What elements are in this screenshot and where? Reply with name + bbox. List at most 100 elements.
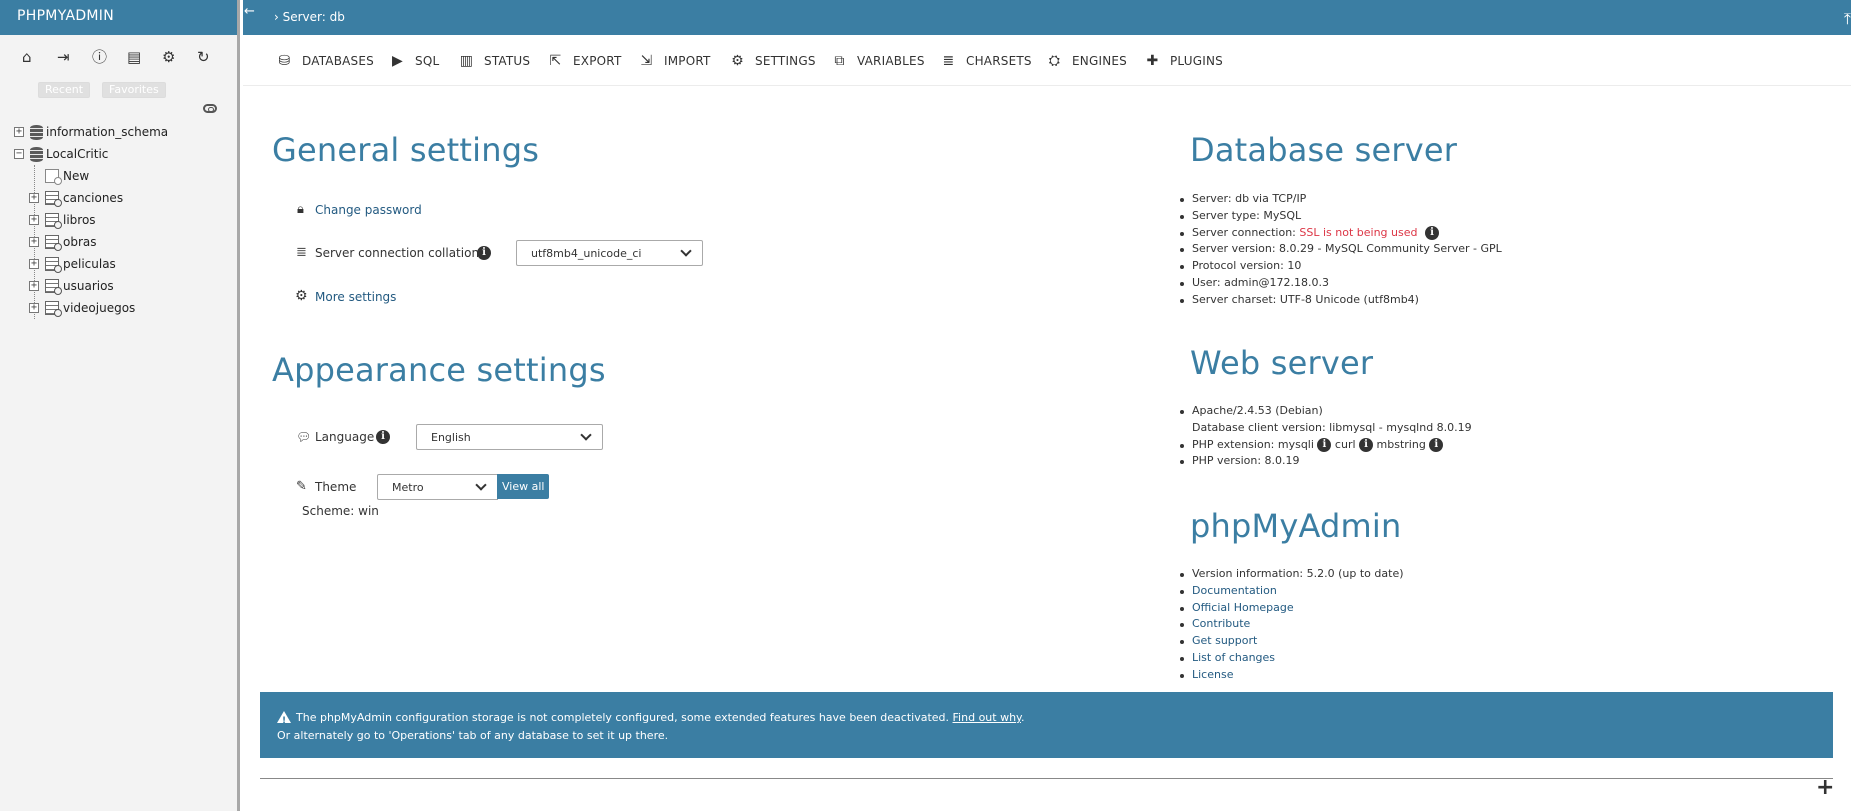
variables-icon: ⧉ [834, 52, 845, 69]
breadcrumb-server[interactable]: › Server: db [274, 10, 345, 24]
general-settings-heading: General settings [272, 131, 540, 169]
list-item: Official Homepage [1180, 600, 1404, 617]
tree-table-peliculas[interactable]: + peliculas [12, 253, 237, 275]
configuration-storage-notice: The phpMyAdmin configuration storage is … [260, 692, 1833, 758]
view-all-themes-button[interactable]: View all [497, 474, 550, 499]
phpmyadmin-logo[interactable]: PHPMYADMIN [0, 0, 237, 35]
official-homepage-link[interactable]: Official Homepage [1192, 601, 1294, 614]
tree-table-canciones[interactable]: + canciones [12, 187, 237, 209]
tab-export[interactable]: ⇱ EXPORT [548, 52, 622, 70]
php-extension-label: PHP extension: mysqli [1192, 437, 1314, 451]
list-item: User: admin@172.18.0.3 [1180, 275, 1502, 292]
list-item: PHP version: 8.0.19 [1180, 453, 1472, 470]
tree-db-localcritic[interactable]: − LocalCritic [12, 143, 237, 165]
tree-db-information-schema[interactable]: + information_schema [12, 121, 237, 143]
charsets-icon: ≣ [942, 52, 955, 69]
mbstring-info-icon[interactable]: i [1429, 437, 1444, 452]
mysqli-info-icon[interactable]: i [1317, 437, 1332, 452]
tab-label: VARIABLES [857, 54, 925, 68]
list-item: List of changes [1180, 650, 1404, 667]
home-icon[interactable]: ⌂ [22, 48, 57, 66]
contribute-link[interactable]: Contribute [1192, 617, 1250, 630]
chevron-down-icon [475, 479, 487, 491]
reload-icon[interactable]: ↻ [197, 48, 232, 66]
console-toggle-plus-icon[interactable]: + [1816, 775, 1834, 800]
tab-variables[interactable]: ⧉ VARIABLES [832, 52, 925, 70]
tab-label: DATABASES [302, 54, 374, 68]
tab-databases[interactable]: ⛁ DATABASES [277, 52, 374, 70]
more-settings-link[interactable]: More settings [315, 290, 396, 304]
language-info-icon[interactable]: i [376, 430, 390, 444]
get-support-link[interactable]: Get support [1192, 634, 1257, 647]
table-icon [45, 257, 62, 273]
expand-icon[interactable]: + [29, 193, 39, 203]
list-item: Documentation [1180, 583, 1404, 600]
tab-import[interactable]: ⇲ IMPORT [639, 52, 711, 70]
ssl-warning: SSL is not being used [1299, 225, 1418, 239]
expand-icon[interactable]: + [29, 303, 39, 313]
license-link[interactable]: License [1192, 668, 1233, 681]
ssl-info-icon[interactable]: i [1425, 225, 1439, 240]
expand-icon[interactable]: + [29, 259, 39, 269]
tree-db-label[interactable]: LocalCritic [46, 143, 108, 165]
curl-info-icon[interactable]: i [1359, 437, 1374, 452]
tree-table-label[interactable]: obras [63, 231, 97, 253]
plugins-icon: ✚ [1146, 52, 1159, 69]
documentation-link[interactable]: Documentation [1192, 584, 1277, 597]
expand-icon[interactable]: + [29, 215, 39, 225]
expand-icon[interactable]: + [29, 237, 39, 247]
tree-item-new[interactable]: New [12, 165, 237, 187]
tab-charsets[interactable]: ≣ CHARSETS [941, 52, 1032, 70]
expand-icon[interactable]: + [29, 281, 39, 291]
tree-table-label[interactable]: canciones [63, 187, 123, 209]
tab-engines[interactable]: ⛭ ENGINES [1047, 52, 1127, 70]
tree-table-obras[interactable]: + obras [12, 231, 237, 253]
logout-icon[interactable]: ⇥ [57, 48, 92, 66]
tree-new-label[interactable]: New [63, 165, 89, 187]
connection-label: Server connection: [1192, 225, 1300, 239]
php-ext-curl: curl [1334, 437, 1356, 451]
language-select[interactable]: English [416, 424, 603, 450]
collation-select-value: utf8mb4_unicode_ci [531, 247, 642, 260]
collapse-panel-icon[interactable]: ⤒ [1844, 9, 1851, 29]
docs-icon[interactable]: ▤ [127, 48, 162, 66]
favorites-button[interactable]: Favorites [102, 82, 166, 98]
settings-icon[interactable]: ⚙ [162, 48, 197, 66]
list-item: PHP extension: mysqli i curl i mbstring … [1180, 437, 1472, 454]
tree-db-label[interactable]: information_schema [46, 121, 168, 143]
info-icon[interactable]: ⓘ [92, 48, 127, 66]
expand-icon[interactable]: + [14, 127, 24, 137]
tree-table-label[interactable]: peliculas [63, 253, 116, 275]
collation-select[interactable]: utf8mb4_unicode_ci [516, 240, 703, 266]
tab-plugins[interactable]: ✚ PLUGINS [1145, 52, 1223, 70]
find-out-why-link[interactable]: Find out why [953, 711, 1021, 724]
table-icon [45, 235, 62, 251]
collapse-icon[interactable]: − [14, 149, 24, 159]
tree-table-label[interactable]: libros [63, 209, 96, 231]
theme-select[interactable]: Metro [377, 474, 498, 500]
list-item: Get support [1180, 633, 1404, 650]
tree-table-libros[interactable]: + libros [12, 209, 237, 231]
tree-table-usuarios[interactable]: + usuarios [12, 275, 237, 297]
list-of-changes-link[interactable]: List of changes [1192, 651, 1275, 664]
theme-scheme: Scheme: win [302, 504, 379, 518]
database-icon [30, 125, 43, 140]
status-icon: ▥ [459, 52, 474, 69]
table-icon [45, 191, 62, 207]
recent-button[interactable]: Recent [38, 82, 91, 98]
tree-table-label[interactable]: videojuegos [63, 297, 135, 319]
phpmyadmin-list: Version information: 5.2.0 (up to date) … [1180, 566, 1404, 684]
tree-table-videojuegos[interactable]: + videojuegos [12, 297, 237, 319]
link-with-main-panel-icon[interactable] [203, 104, 217, 113]
change-password-link[interactable]: Change password [315, 203, 422, 217]
table-icon [45, 301, 62, 317]
top-breadcrumb-bar: › Server: db ⤒ [243, 0, 1851, 35]
tab-settings[interactable]: ⚙ SETTINGS [730, 52, 816, 70]
collation-info-icon[interactable]: i [477, 246, 491, 260]
database-server-heading: Database server [1190, 131, 1458, 169]
tab-sql[interactable]: ▶ SQL [390, 52, 439, 70]
notice-line-1: The phpMyAdmin configuration storage is … [277, 709, 1833, 730]
tab-status[interactable]: ▥ STATUS [459, 52, 530, 70]
collapse-sidebar-icon[interactable]: ← [244, 4, 255, 19]
tree-table-label[interactable]: usuarios [63, 275, 114, 297]
